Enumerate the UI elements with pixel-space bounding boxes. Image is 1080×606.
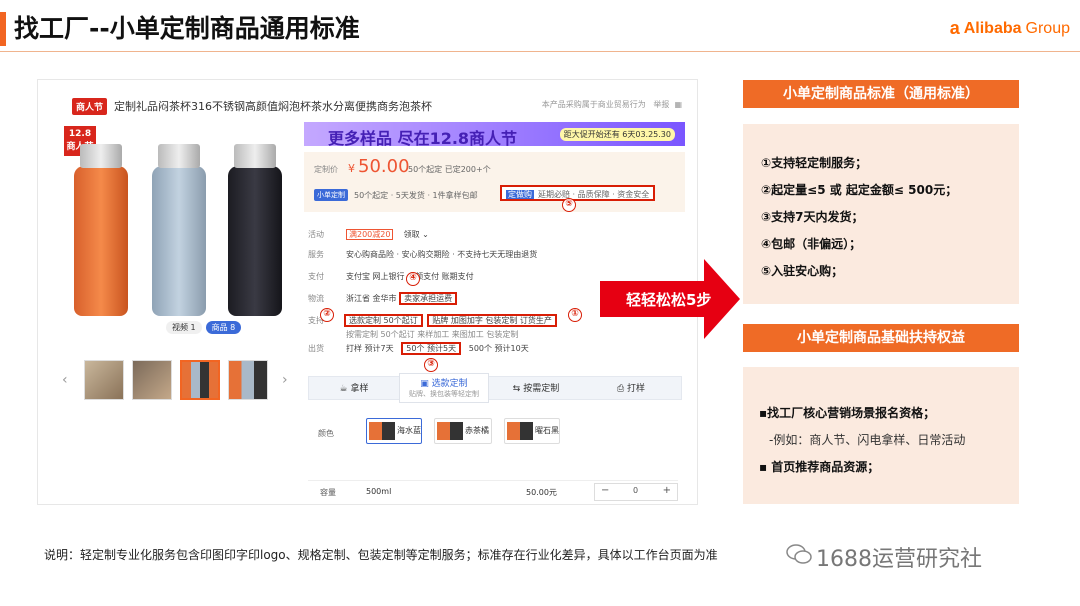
product-title[interactable]: 定制礼品闷茶杯316不锈钢高颜值焖泡杯茶水分离便携商务泡茶杯 [114, 98, 432, 114]
wechat-icon [786, 544, 812, 564]
price-moq: 50个起定 已定200+个 [408, 165, 491, 174]
coupon-badge[interactable]: 满200减20 [346, 229, 394, 240]
quantity-stepper[interactable]: − 0 + [594, 483, 678, 501]
alibaba-logo-icon: a [949, 18, 960, 38]
slide: 找工厂--小单定制商品通用标准 a Alibaba Group 商人节 定制礼品… [0, 0, 1080, 606]
step-marker-3: ③ [424, 358, 438, 372]
watermark: 1688运营研究社 [786, 541, 982, 573]
custom-type-tabs: ☕ 拿样 ▣ 选款定制 贴牌、换包装等轻定制 ⇆ 按需定制 ⎙ 打样 [308, 373, 682, 403]
black-bottle [228, 144, 282, 316]
custom-desc: 50个起定 · 5天发货 · 1件拿样包邮 [354, 191, 478, 200]
standard-item: ③支持7天内发货； [761, 210, 864, 224]
benefit-item: ▪找工厂核心营销场景报名资格； [759, 406, 936, 420]
color-option[interactable]: 赤茶橘 [434, 418, 492, 444]
price-value: 50.00 [358, 156, 410, 177]
logo-group: Group [1025, 19, 1070, 37]
thumbnail-strip: ‹ › [60, 360, 300, 400]
custom-services-box: 贴牌 加图加字 包装定制 订货生产 [427, 314, 557, 327]
orange-bottle [74, 144, 128, 316]
thumbnail[interactable] [228, 360, 268, 400]
standard-item: ①支持轻定制服务； [761, 156, 868, 170]
media-switch: 视频 1 商品 8 [166, 321, 242, 334]
free-shipping-box: 卖家承担运费 [399, 292, 458, 305]
delivery-box: 50个 预计5天 [401, 342, 462, 355]
benefit-example: -例如：商人节、闪电拿样、日常活动 [769, 433, 966, 447]
color-selector: 颜色 海水蓝 赤茶橘 曜石黑 [318, 418, 560, 444]
logo-brand: Alibaba [963, 19, 1022, 37]
swap-icon: ⇆ [512, 384, 524, 394]
quantity-row: 容量 500ml 50.00元 − 0 + [308, 480, 678, 501]
quantity-input[interactable]: 0 [633, 486, 638, 495]
benefit-item: ▪ 首页推荐商品资源； [759, 460, 880, 474]
product-page-screenshot: 商人节 定制礼品闷茶杯316不锈钢高颜值焖泡杯茶水分离便携商务泡茶杯 本产品采购… [37, 79, 698, 505]
page-title: 找工厂--小单定制商品通用标准 [14, 14, 360, 43]
unit-price: 50.00元 [526, 488, 557, 497]
color-label: 颜色 [318, 429, 334, 438]
color-option[interactable]: 海水蓝 [366, 418, 422, 444]
price-currency: ¥ [348, 162, 355, 175]
capacity-label: 容量 [320, 488, 336, 497]
alibaba-logo: a Alibaba Group [950, 18, 1070, 39]
capacity-value: 500ml [366, 487, 392, 496]
tab-sample[interactable]: ☕ 拿样 [309, 377, 399, 401]
goods-button[interactable]: 商品 8 [205, 321, 242, 334]
video-button[interactable]: 视频 1 [166, 321, 202, 334]
thumbnail[interactable] [84, 360, 124, 400]
chevron-right-icon[interactable]: › [282, 372, 288, 388]
minus-button[interactable]: − [601, 485, 609, 496]
plus-button[interactable]: + [663, 485, 671, 496]
qr-icon[interactable]: ▦ [674, 100, 682, 109]
arrow-label: 轻轻松松5步 [626, 291, 712, 309]
product-title-bar: 商人节 定制礼品闷茶杯316不锈钢高颜值焖泡杯茶水分离便携商务泡茶杯 本产品采购… [72, 98, 692, 115]
step-marker-4: ④ [406, 272, 420, 286]
header-divider [0, 51, 1080, 52]
sale-tag: 商人节 [72, 98, 108, 115]
promo-text: 更多样品 尽在12.8商人节 [328, 129, 518, 148]
print-icon: ⎙ [616, 384, 628, 394]
main-product-image[interactable]: 12.8 商人节 视频 1 商品 8 [62, 124, 312, 338]
standard-panel: ①支持轻定制服务； ②起定量≤5 或 起定金额≤ 500元； ③支持7天内发货；… [743, 124, 1019, 304]
price-label: 定制价 [314, 165, 338, 174]
standard-title: 小单定制商品标准（通用标准） [743, 80, 1019, 108]
trade-notice: 本产品采购属于商业贸易行为 举报 ▦ [541, 100, 682, 109]
color-option[interactable]: 曜石黑 [504, 418, 560, 444]
chevron-left-icon[interactable]: ‹ [62, 372, 68, 388]
step-marker-1: ① [568, 308, 582, 322]
price-box: 定制价 ¥ 50.00 50个起定 已定200+个 小单定制 50个起定 · 5… [304, 152, 685, 212]
step-marker-5: ⑤ [562, 198, 576, 212]
claim-link[interactable]: 领取 ⌄ [404, 230, 429, 239]
tab-proof[interactable]: ⎙ 打样 [581, 377, 681, 401]
assurance-box[interactable]: 定做购 延期必赔 · 品质保障 · 资金安全 [500, 185, 656, 201]
tab-style-custom[interactable]: ▣ 选款定制 贴牌、换包装等轻定制 [399, 373, 489, 403]
standard-item: ⑤入驻安心购； [761, 264, 844, 278]
tab-on-demand[interactable]: ⇆ 按需定制 [491, 377, 581, 401]
thumbnail[interactable] [180, 360, 220, 400]
footnote: 说明：轻定制专业化服务包含印图印字印logo、规格定制、包装定制等定制服务；标准… [44, 548, 718, 562]
standard-item: ④包邮（非偏远）； [761, 237, 862, 251]
benefits-panel: ▪找工厂核心营销场景报名资格； -例如：商人节、闪电拿样、日常活动 ▪ 首页推荐… [743, 367, 1019, 504]
benefits-title: 小单定制商品基础扶持权益 [743, 324, 1019, 352]
step-marker-2: ② [320, 308, 334, 322]
promo-countdown: 距大促开始还有 6天03.25.30 [559, 128, 675, 141]
big-right-arrow: 轻轻松松5步 [600, 259, 740, 339]
report-link[interactable]: 举报 [653, 100, 669, 109]
light-custom-box: 选款定制 50个起订 [344, 314, 423, 327]
cup-icon: ☕ [339, 384, 351, 394]
blue-bottle [152, 144, 206, 316]
thumbnail[interactable] [132, 360, 172, 400]
promo-banner[interactable]: 更多样品 尽在12.8商人节 距大促开始还有 6天03.25.30 [304, 122, 685, 148]
header-accent-bar [0, 12, 6, 46]
standard-item: ②起定量≤5 或 起定金额≤ 500元； [761, 183, 958, 197]
custom-tag: 小单定制 [314, 189, 348, 201]
